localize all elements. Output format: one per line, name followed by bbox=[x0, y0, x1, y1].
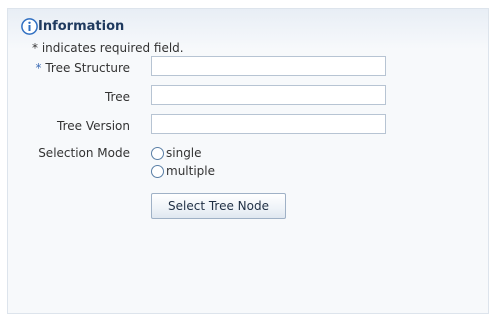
single-radio-label: single bbox=[166, 146, 202, 160]
tree-structure-label-text: Tree Structure bbox=[45, 61, 130, 75]
information-panel: Information * indicates required field. … bbox=[7, 8, 489, 314]
info-icon bbox=[21, 18, 38, 35]
multiple-radio-label: multiple bbox=[166, 164, 216, 178]
select-tree-node-button[interactable]: Select Tree Node bbox=[151, 193, 286, 219]
required-field-note: * indicates required field. bbox=[32, 41, 184, 55]
tree-structure-label: * Tree Structure bbox=[36, 61, 130, 75]
required-marker: * bbox=[35, 61, 42, 75]
tree-label: Tree bbox=[104, 90, 130, 104]
section-title: Information bbox=[38, 19, 125, 34]
selection-mode-label: Selection Mode bbox=[38, 146, 130, 160]
tree-version-input[interactable] bbox=[151, 114, 386, 134]
selection-mode-single-option[interactable]: single bbox=[151, 145, 202, 161]
single-radio[interactable] bbox=[151, 146, 164, 160]
selection-mode-multiple-option[interactable]: multiple bbox=[151, 163, 215, 179]
tree-version-label: Tree Version bbox=[57, 119, 130, 133]
tree-input[interactable] bbox=[151, 85, 386, 105]
multiple-radio[interactable] bbox=[151, 164, 164, 178]
tree-structure-input[interactable] bbox=[151, 56, 386, 76]
